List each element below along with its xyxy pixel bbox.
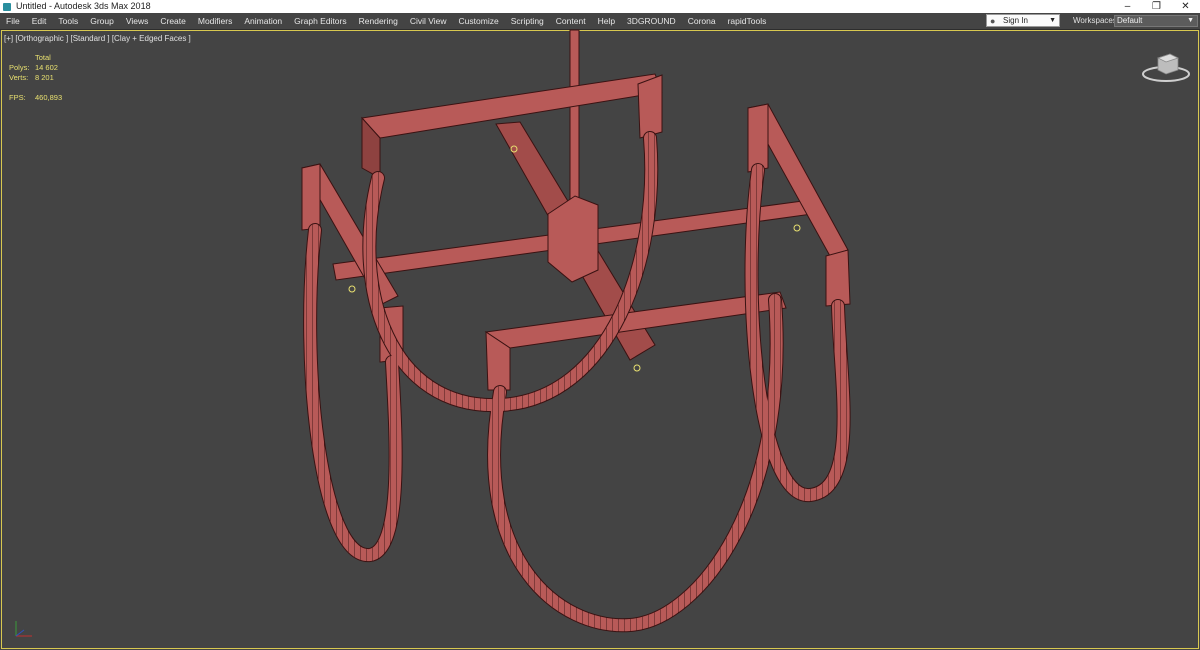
polys-label: Polys:: [9, 63, 30, 72]
verts-label: Verts:: [9, 73, 29, 82]
left-frame-top-block: [301, 163, 321, 231]
fps-label: FPS:: [9, 93, 26, 102]
hanging-rod: [569, 29, 580, 201]
pivot-marker: [633, 364, 641, 372]
stats-header: Total: [35, 53, 51, 62]
viewport-label[interactable]: [+] [Orthographic ] [Standard ] [Clay + …: [4, 34, 191, 43]
viewcube-icon[interactable]: [1140, 50, 1192, 86]
fps-value: 460,893: [35, 93, 63, 102]
pivot-marker: [348, 285, 356, 293]
verts-value: 8 201: [35, 73, 54, 82]
statistics-overlay: Total Polys: 14 602 Verts: 8 201 FPS: 460,8…: [9, 53, 62, 103]
pivot-marker: [793, 224, 801, 232]
polys-value: 14 602: [35, 63, 58, 72]
center-hub: [547, 195, 599, 283]
scene-model[interactable]: [0, 0, 1200, 650]
axis-tripod-icon: [15, 621, 32, 637]
right-frame-top-block: [747, 103, 769, 173]
right-frame-bottom-block: [825, 249, 851, 307]
top-frame-right-block: [637, 74, 663, 139]
